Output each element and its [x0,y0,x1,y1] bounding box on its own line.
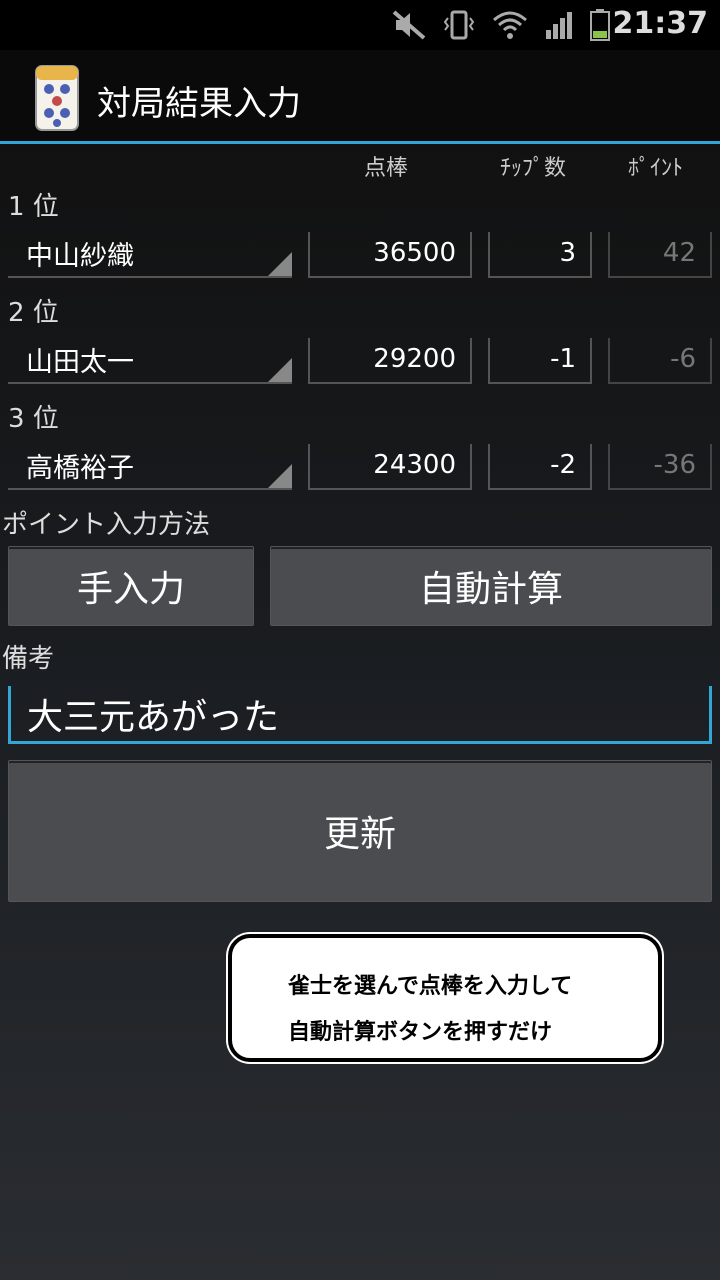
status-time: 21:37 [612,6,709,41]
spinner-arrow-icon [268,252,292,276]
player-name: 中山紗織 [26,241,134,272]
points-value: -36 [653,450,696,480]
spinner-arrow-icon [268,358,292,382]
column-header-points: ﾎﾟｲﾝﾄ [628,156,684,181]
chips-field-1[interactable]: 3 [488,232,592,278]
wifi-icon [493,11,527,39]
memo-field[interactable]: 大三元あがった [8,686,712,744]
status-icons [392,8,610,42]
score-value: 29200 [373,344,456,374]
score-field-1[interactable]: 36500 [308,232,472,278]
player-name: 高橋裕子 [26,453,134,484]
vibrate-icon [443,10,475,40]
hint-line-1: 雀士を選んで点棒を入力して [288,974,573,999]
player-spinner-2[interactable]: 山田太一 [8,338,292,384]
auto-calc-button[interactable]: 自動計算 [270,546,712,626]
player-spinner-1[interactable]: 中山紗織 [8,232,292,278]
score-field-3[interactable]: 24300 [308,444,472,490]
rank-label-3: 3 位 [8,404,59,434]
action-bar: 対局結果入力 [0,50,720,144]
rank-label-2: 2 位 [8,298,59,328]
player-name: 山田太一 [26,347,134,378]
chips-field-2[interactable]: -1 [488,338,592,384]
points-field-3: -36 [608,444,712,490]
hint-line-2: 自動計算ボタンを押すだけ [288,1020,553,1045]
update-button[interactable]: 更新 [8,760,712,902]
points-field-1: 42 [608,232,712,278]
chips-field-3[interactable]: -2 [488,444,592,490]
memo-label: 備考 [2,644,55,674]
hint-bubble: 雀士を選んで点棒を入力して 自動計算ボタンを押すだけ [228,934,662,1062]
rank-label-1: 1 位 [8,192,59,222]
app-title: 対局結果入力 [97,84,301,124]
manual-input-button[interactable]: 手入力 [8,546,254,626]
signal-icon [546,12,572,39]
points-field-2: -6 [608,338,712,384]
points-value: -6 [670,344,696,374]
spinner-arrow-icon [268,464,292,488]
point-method-label: ポイント入力方法 [2,510,211,540]
points-value: 42 [662,238,696,268]
score-value: 24300 [373,450,456,480]
player-spinner-3[interactable]: 高橋裕子 [8,444,292,490]
status-bar: 21:37 [0,0,720,50]
score-value: 36500 [373,238,456,268]
mahjong-tile-icon [35,65,79,131]
chips-value: -2 [550,450,576,480]
memo-value: 大三元あがった [27,697,280,738]
column-header-chips: ﾁｯﾌﾟ数 [500,156,567,181]
mute-icon [392,10,426,40]
score-field-2[interactable]: 29200 [308,338,472,384]
chips-value: 3 [559,238,576,268]
column-header-score: 点棒 [364,156,409,181]
chips-value: -1 [550,344,576,374]
battery-icon [590,9,610,41]
